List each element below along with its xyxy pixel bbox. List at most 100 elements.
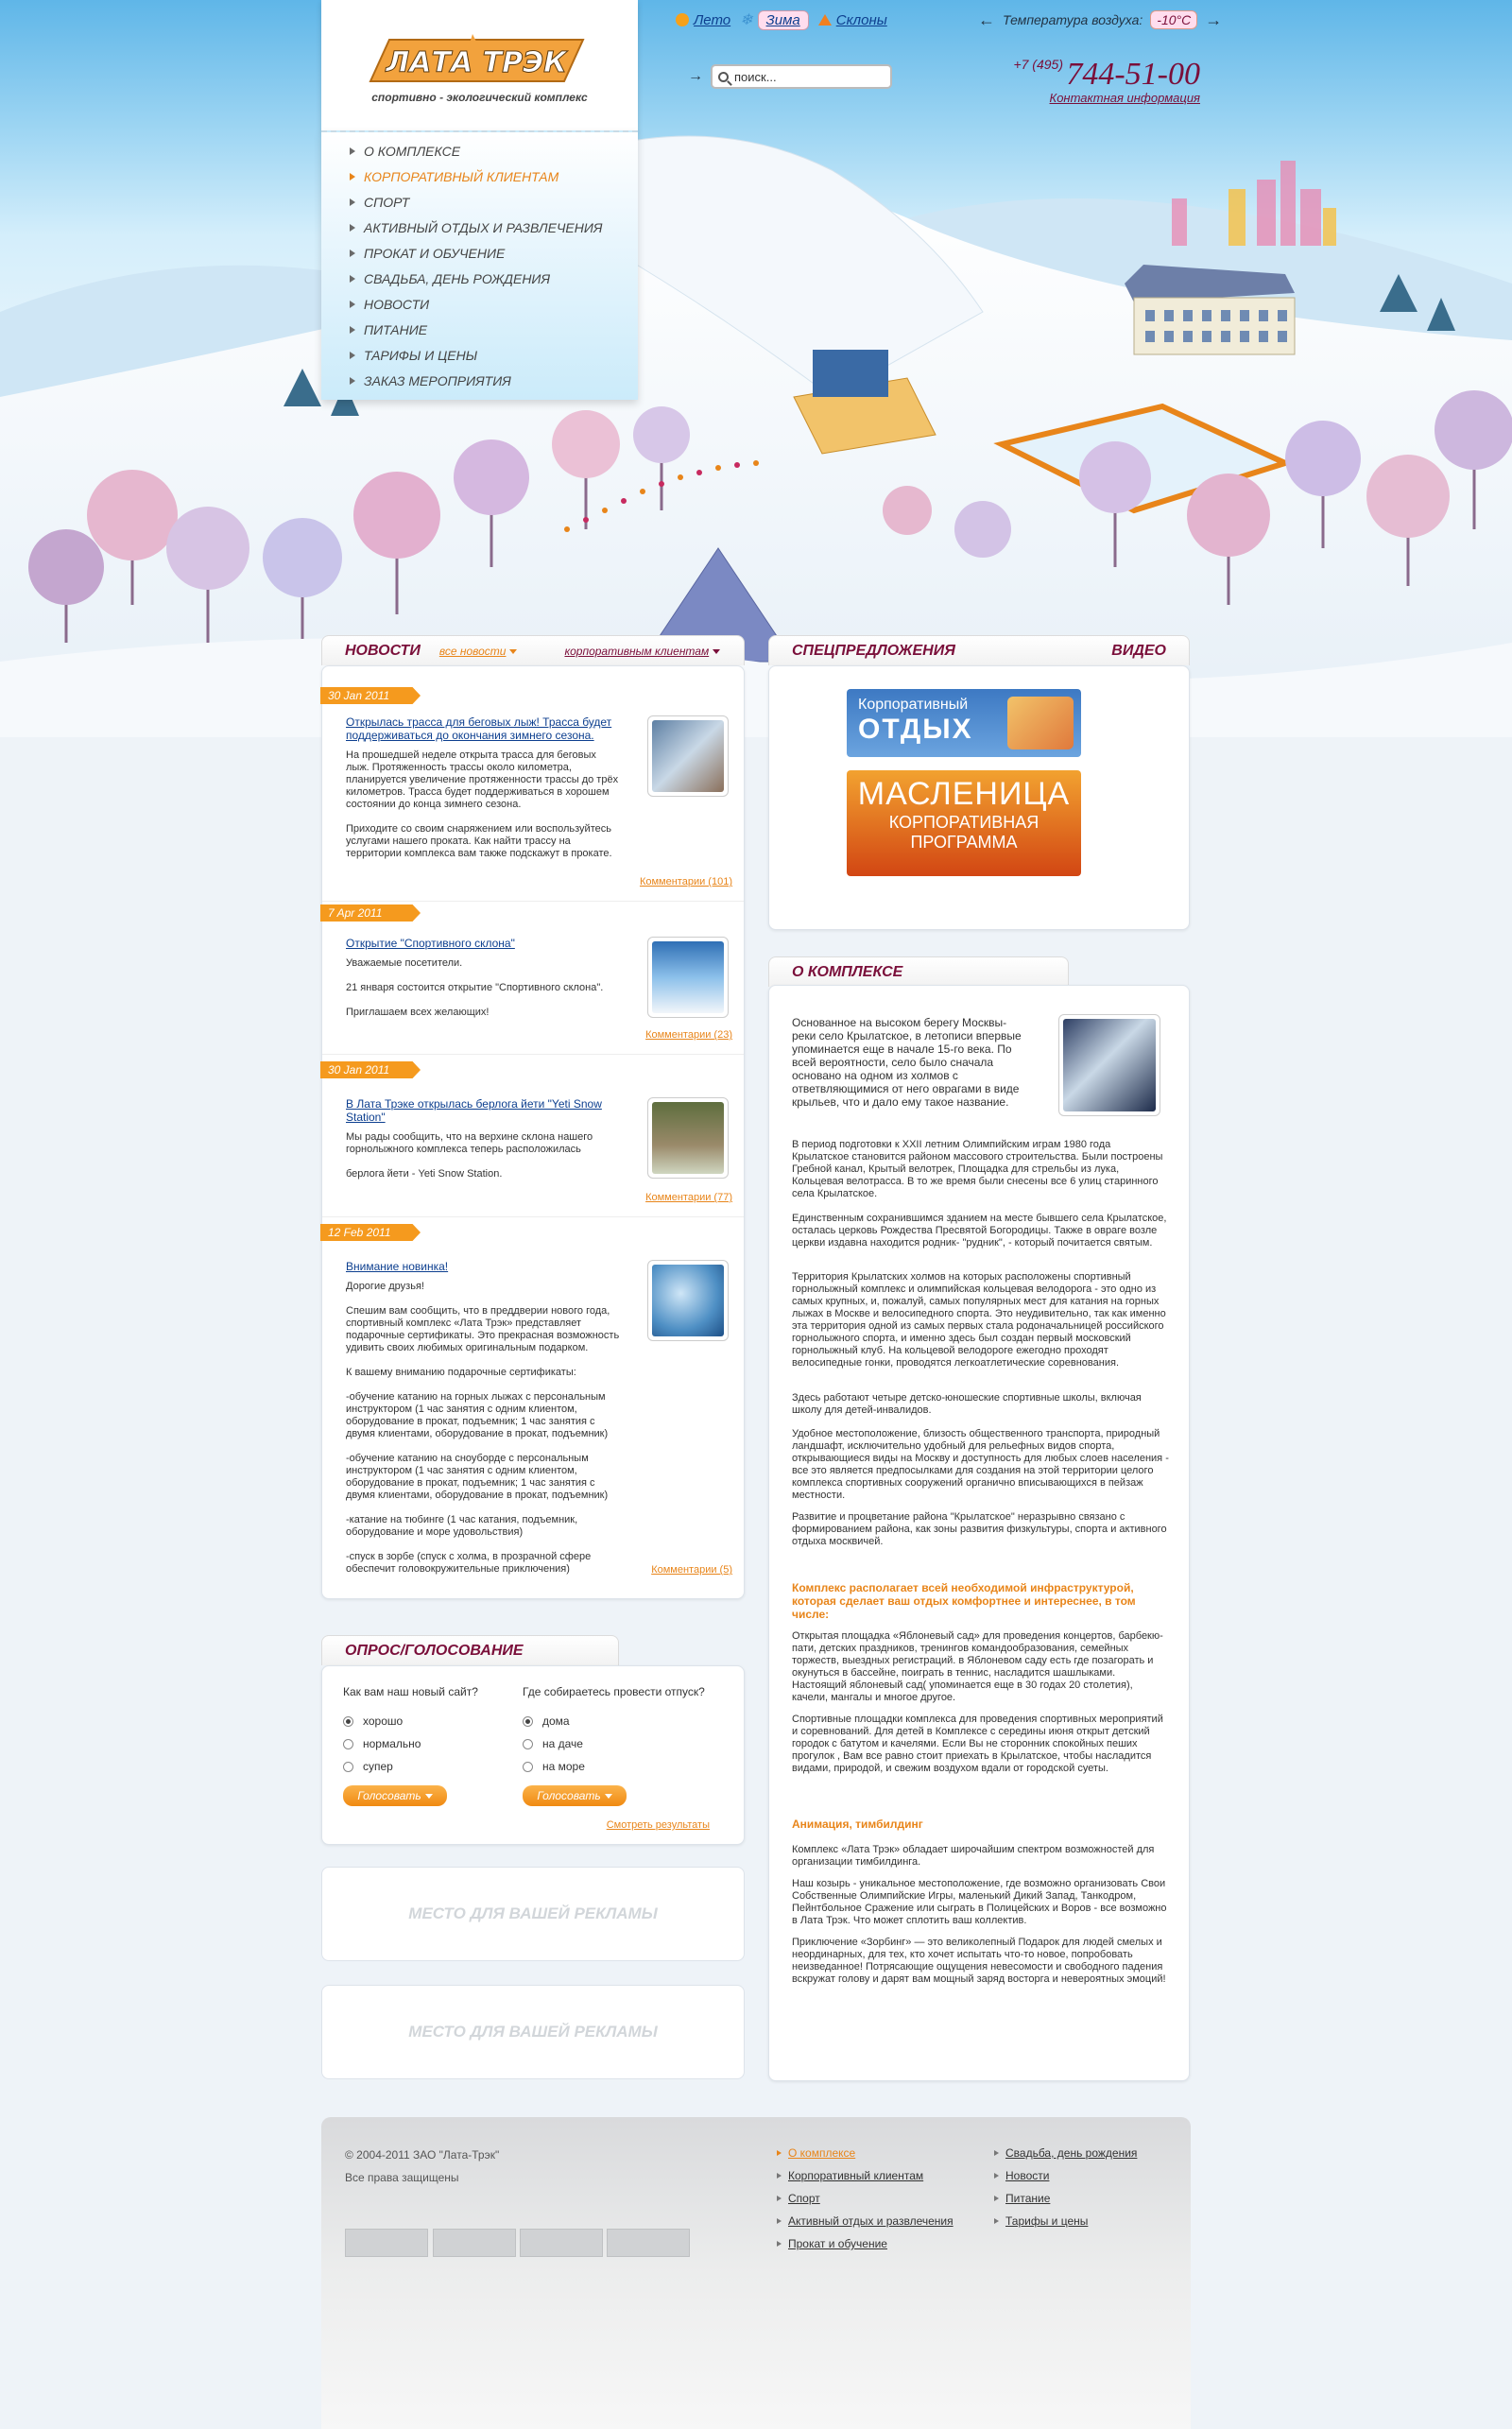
nav-item-wedding[interactable]: Свадьба, день рождения xyxy=(321,266,638,291)
poll-option[interactable]: на море xyxy=(523,1755,712,1778)
footer-link[interactable]: О комплексе xyxy=(775,2142,954,2164)
poll-option[interactable]: на даче xyxy=(523,1732,712,1755)
nav-item-sport[interactable]: Спорт xyxy=(321,189,638,215)
news-title[interactable]: В Лата Трэке открылась берлога йети "Yet… xyxy=(346,1097,620,1124)
footer-link[interactable]: Свадьба, день рождения xyxy=(992,2142,1137,2164)
ad-placeholder[interactable]: МЕСТО ДЛЯ ВАШЕЙ РЕКЛАМЫ xyxy=(321,1985,745,2079)
news-date: 30 Jan 2011 xyxy=(320,687,421,704)
news-thumbnail[interactable] xyxy=(647,937,729,1018)
about-paragraph: Территория Крылатских холмов на которых … xyxy=(792,1271,1166,1369)
news-thumbnail[interactable] xyxy=(647,715,729,797)
contact-info-link[interactable]: Контактная информация xyxy=(983,91,1200,105)
news-title[interactable]: Внимание новинка! xyxy=(346,1260,620,1273)
footer: © 2004-2011 ЗАО "Лата-Трэк" Все права за… xyxy=(321,2117,1191,2429)
chevron-down-icon xyxy=(424,1793,433,1799)
season-winter[interactable]: ❄ Зима xyxy=(740,9,809,30)
video-tab-title[interactable]: Видео xyxy=(1111,643,1166,660)
news-text: Дорогие друзья! Спешим вам сообщить, что… xyxy=(346,1281,620,1575)
news-title[interactable]: Открытие "Спортивного склона" xyxy=(346,937,620,950)
footer-link[interactable]: Корпоративный клиентам xyxy=(775,2164,954,2187)
news-thumbnail[interactable] xyxy=(647,1097,729,1179)
comments-link[interactable]: Комментарии (5) xyxy=(651,1564,732,1576)
nav-item-food[interactable]: Питание xyxy=(321,317,638,342)
counter-badge[interactable] xyxy=(607,2229,690,2257)
comments-link[interactable]: Комментарии (23) xyxy=(645,1029,732,1041)
poll-question-text: Как вам наш новый сайт? xyxy=(343,1685,478,1698)
arrow-right-icon[interactable]: → xyxy=(1205,10,1222,30)
vote-button[interactable]: Голосовать xyxy=(343,1785,447,1806)
radio-checked-icon[interactable] xyxy=(343,1715,353,1727)
news-item: В Лата Трэке открылась берлога йети "Yet… xyxy=(346,1097,729,1180)
poll-option[interactable]: нормально xyxy=(343,1732,532,1755)
season-summer[interactable]: Лето xyxy=(676,12,730,28)
about-heading: Анимация, тимбилдинг xyxy=(792,1817,923,1831)
nav-item-corporate[interactable]: Корпоративный клиентам xyxy=(321,164,638,189)
filter-all-news[interactable]: все новости xyxy=(439,645,518,658)
phone-block: +7 (495) 744-51-00 Контактная информация xyxy=(983,57,1200,105)
poll-question-text: Где собираетесь провести отпуск? xyxy=(523,1685,705,1698)
news-item: Открылась трасса для беговых лыж! Трасса… xyxy=(346,715,729,860)
about-photo[interactable] xyxy=(1058,1014,1160,1116)
news-thumbnail[interactable] xyxy=(647,1260,729,1341)
poll-option[interactable]: хорошо xyxy=(343,1710,532,1732)
season-summer-link[interactable]: Лето xyxy=(694,12,730,28)
radio-icon[interactable] xyxy=(523,1738,533,1749)
footer-link[interactable]: Тарифы и цены xyxy=(992,2210,1137,2232)
nav-item-rental[interactable]: Прокат и обучение xyxy=(321,240,638,266)
vote-button[interactable]: Голосовать xyxy=(523,1785,627,1806)
logo-block[interactable]: ЛАТА ТРЭК спортивно - экологический комп… xyxy=(321,0,638,132)
radio-icon[interactable] xyxy=(343,1738,353,1749)
footer-link[interactable]: Активный отдых и развлечения xyxy=(775,2210,954,2232)
news-tab-title: Новости xyxy=(345,642,421,659)
nav-item-order[interactable]: Заказ мероприятия xyxy=(321,368,638,393)
nav-item-active-rest[interactable]: Активный отдых и развлечения xyxy=(321,215,638,240)
logo-subtitle: спортивно - экологический комплекс xyxy=(371,91,588,104)
poll-question-1: Как вам наш новый сайт? хорошо нормально… xyxy=(343,1685,532,1778)
banner-maslenitsa[interactable]: МАСЛЕНИЦА КОРПОРАТИВНАЯ ПРОГРАММА xyxy=(847,770,1081,876)
poll-question-2: Где собираетесь провести отпуск? дома на… xyxy=(523,1685,712,1778)
temperature-widget: ← Температура воздуха: -10°C → xyxy=(978,6,1222,34)
poll-option-label: хорошо xyxy=(363,1714,404,1728)
comments-link[interactable]: Комментарии (101) xyxy=(640,876,732,887)
tab-poll: Опрос/Голосование xyxy=(321,1635,619,1665)
season-winter-link[interactable]: Зима xyxy=(757,9,809,30)
news-title[interactable]: Открылась трасса для беговых лыж! Трасса… xyxy=(346,715,620,742)
filter-corporate-news[interactable]: корпоративным клиентам xyxy=(564,645,721,658)
comments-link[interactable]: Комментарии (77) xyxy=(645,1192,732,1203)
news-item: Открытие "Спортивного склона" Уважаемые … xyxy=(346,937,729,1019)
radio-icon[interactable] xyxy=(343,1761,353,1772)
poll-option-label: на море xyxy=(542,1760,585,1773)
ad-placeholder[interactable]: МЕСТО ДЛЯ ВАШЕЙ РЕКЛАМЫ xyxy=(321,1867,745,1961)
season-slopes-link[interactable]: Склоны xyxy=(836,12,887,28)
radio-icon[interactable] xyxy=(523,1761,533,1772)
footer-link[interactable]: Новости xyxy=(992,2164,1137,2187)
svg-text:ЛАТА ТРЭК: ЛАТА ТРЭК xyxy=(385,46,568,79)
poll-option[interactable]: супер xyxy=(343,1755,532,1778)
news-date: 12 Feb 2011 xyxy=(320,1224,421,1241)
footer-link[interactable]: Спорт xyxy=(775,2187,954,2210)
counter-badge[interactable] xyxy=(433,2229,516,2257)
news-item: Внимание новинка! Дорогие друзья! Спешим… xyxy=(346,1260,729,1576)
season-slopes[interactable]: Склоны xyxy=(817,12,887,28)
nav-item-prices[interactable]: Тарифы и цены xyxy=(321,342,638,368)
arrow-left-icon[interactable]: ← xyxy=(978,10,995,30)
nav-item-news[interactable]: Новости xyxy=(321,291,638,317)
nav-item-about[interactable]: О комплексе xyxy=(321,138,638,164)
banner-maslenitsa-line1: МАСЛЕНИЦА xyxy=(857,776,1071,812)
poll-results-link[interactable]: Смотреть результаты xyxy=(607,1819,710,1831)
footer-link[interactable]: Прокат и обучение xyxy=(775,2232,954,2255)
about-intro: Основанное на высоком берегу Москвы-реки… xyxy=(792,1016,1022,1109)
search-icon xyxy=(718,71,729,82)
radio-checked-icon[interactable] xyxy=(523,1715,533,1727)
poll-option[interactable]: дома xyxy=(523,1710,712,1732)
footer-link[interactable]: Питание xyxy=(992,2187,1137,2210)
banner-corporate[interactable]: Корпоративный ОТДЫХ xyxy=(847,689,1081,757)
counter-badge[interactable] xyxy=(520,2229,603,2257)
search-input[interactable]: поиск... xyxy=(711,64,892,89)
specials-tab-title[interactable]: Спецпредложения xyxy=(792,643,955,660)
sun-icon xyxy=(676,13,689,26)
phone-code: +7 (495) xyxy=(1013,57,1063,72)
counter-badge[interactable] xyxy=(345,2229,428,2257)
about-paragraph: Комплекс «Лата Трэк» обладает широчайшим… xyxy=(792,1844,1155,1868)
banner-maslenitsa-line3: ПРОГРАММА xyxy=(910,833,1018,852)
